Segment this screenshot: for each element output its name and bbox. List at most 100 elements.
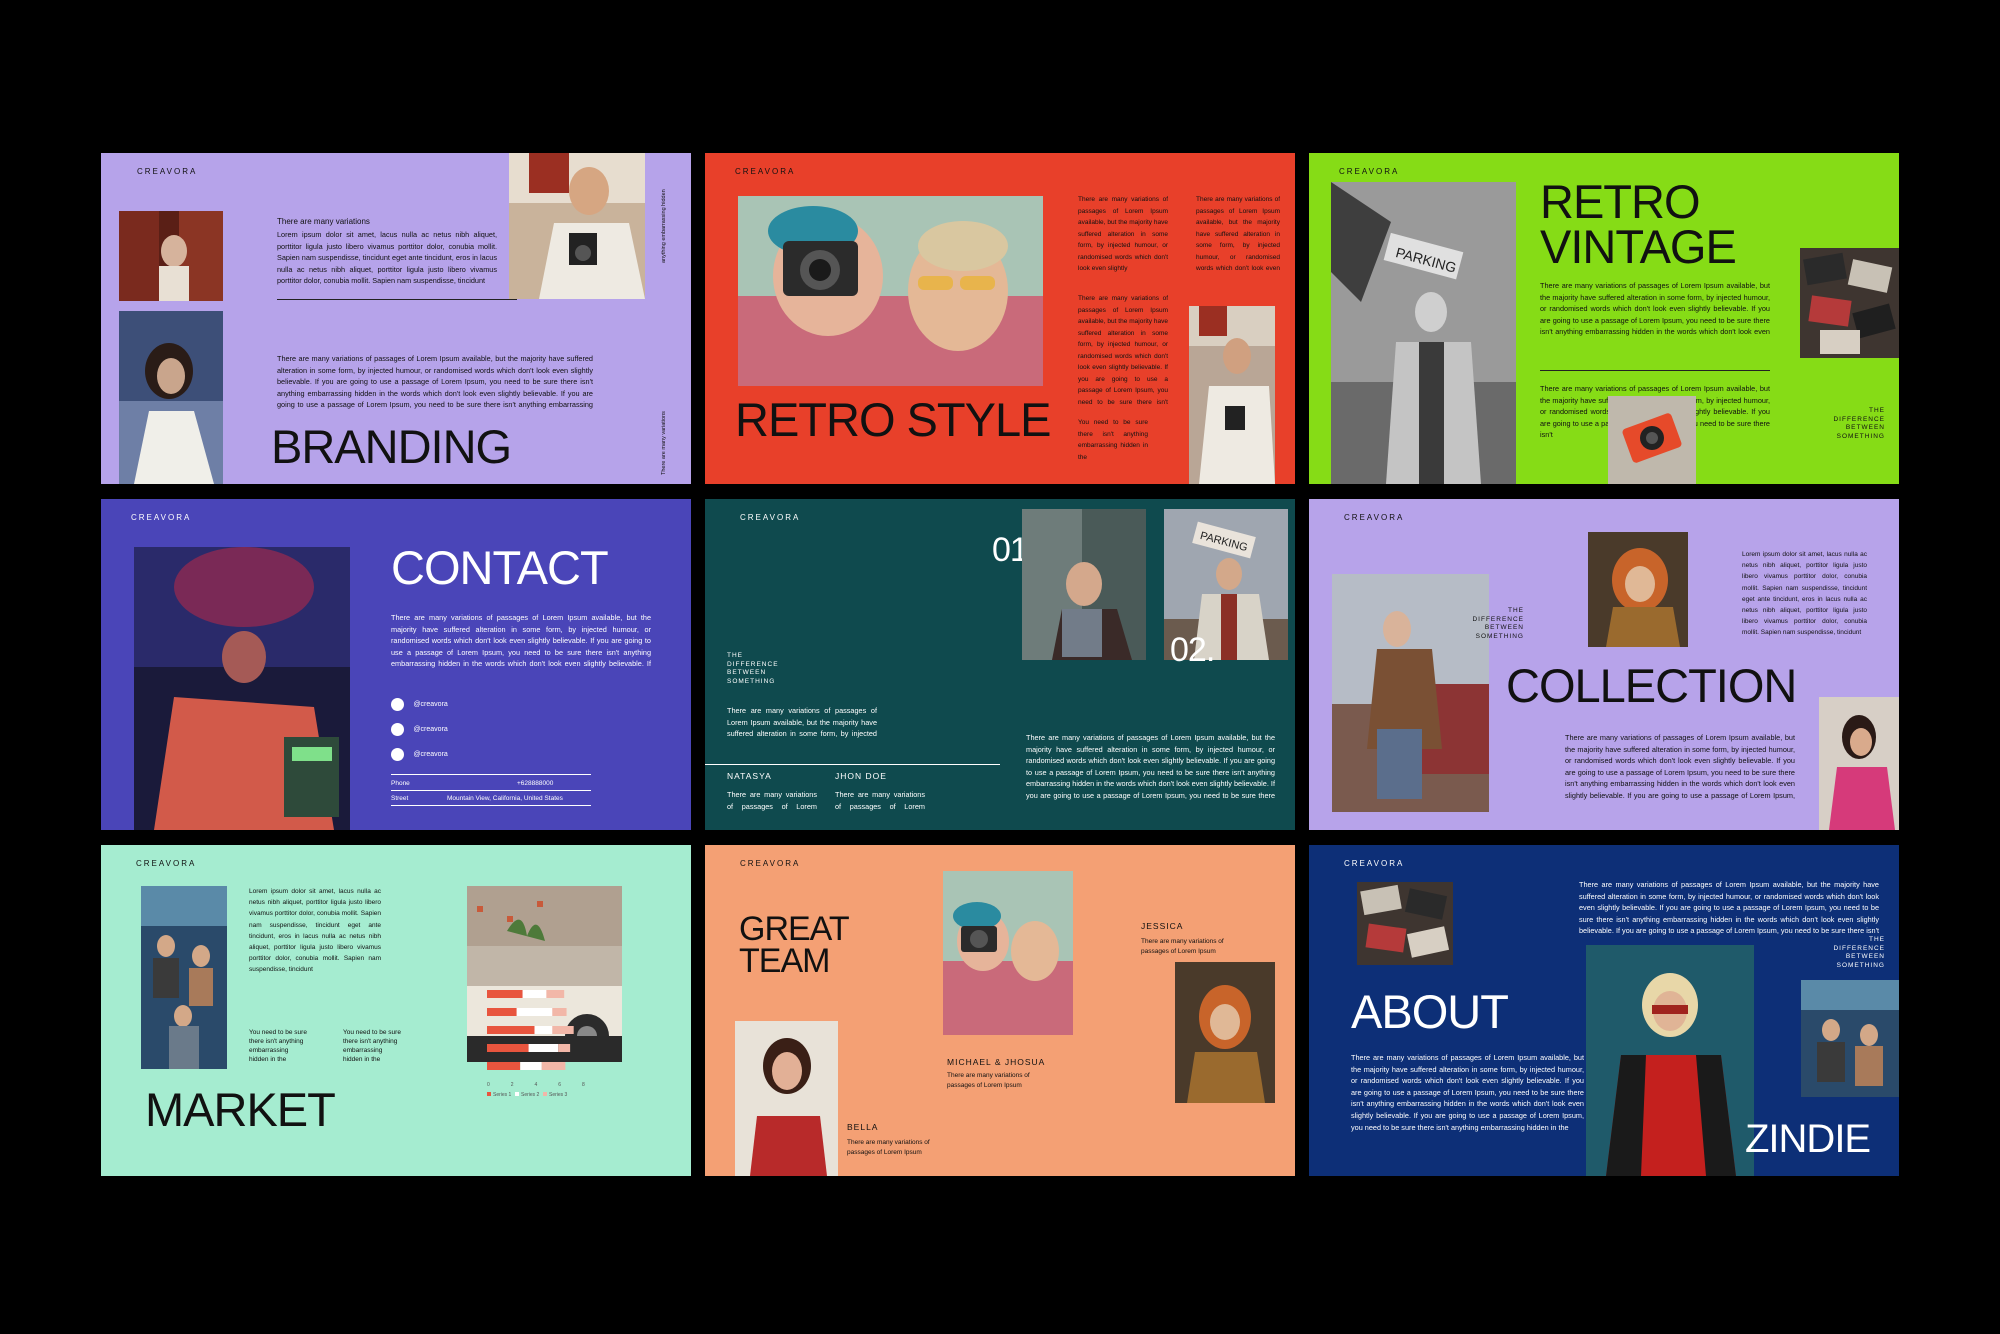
social-handle: @creavora — [413, 726, 448, 734]
team-dark-body: There are many variations of passages of… — [1026, 733, 1275, 804]
bar-3-5 — [541, 1062, 566, 1070]
member-sub-2: There are many variations of passages of… — [835, 790, 925, 811]
social-youtube[interactable]: @creavora — [391, 746, 448, 764]
retro-vintage-title-1: RETRO — [1540, 175, 1700, 228]
about-body: There are many variations of passages of… — [1351, 1053, 1584, 1132]
bar-2-5 — [520, 1062, 542, 1070]
legend-swatch — [543, 1092, 547, 1096]
photo-cassettes-about — [1357, 882, 1453, 965]
phone-value: +628888000 — [517, 780, 554, 787]
photo-zindie — [1586, 945, 1754, 1176]
photo-group-about — [1801, 980, 1899, 1097]
photo-girl-mirror — [1022, 509, 1146, 660]
x-tick-label: 6 — [558, 1082, 561, 1088]
bar-1-5 — [487, 1062, 521, 1070]
great-team-title-1: GREAT — [739, 910, 850, 948]
instagram-icon — [391, 698, 404, 712]
slide-retro-style[interactable]: CREAVORA RETRO STYLE There are many vari… — [705, 153, 1295, 484]
legend-label: Series 1 — [493, 1092, 512, 1098]
collection-body: There are many variations of passages of… — [1565, 733, 1795, 804]
brand-label: CREAVORA — [1344, 513, 1405, 522]
team-dark-intro: There are many variations of passages of… — [727, 706, 877, 741]
bar-2-2 — [516, 1008, 553, 1016]
slide-contact[interactable]: CREAVORA CONTACT There are many variatio… — [101, 499, 691, 830]
divider-line — [1540, 370, 1770, 371]
social-instagram[interactable]: @creavora — [391, 696, 448, 714]
branding-title: BRANDING — [271, 420, 512, 473]
retro-style-title: RETRO STYLE — [735, 393, 1051, 446]
slide-branding[interactable]: CREAVORA There are many variations Lorem… — [101, 153, 691, 484]
about-top-text: There are many variations of passages of… — [1579, 880, 1879, 936]
market-bar-chart: 0 2 4 6 8 Series 1 Series 2 Series 3 — [487, 990, 585, 1098]
divider-line — [705, 764, 1000, 765]
retro-style-col-b: There are many variations of passages of… — [1078, 295, 1168, 406]
legend-swatch — [487, 1092, 491, 1096]
retro-style-col-a: There are many variations of passages of… — [1078, 196, 1168, 272]
divider-line — [277, 299, 517, 300]
x-tick-label: 8 — [582, 1082, 585, 1088]
brand-label: CREAVORA — [137, 167, 198, 176]
slide-market[interactable]: CREAVORA Lorem ipsum dolor sit amet, lac… — [101, 845, 691, 1176]
legend-label: Series 2 — [521, 1092, 540, 1098]
photo-bella — [735, 1021, 838, 1176]
market-note-1: You need to be sure there isn't anything… — [249, 1029, 307, 1063]
twitter-icon — [391, 723, 404, 737]
brand-label: CREAVORA — [136, 859, 197, 868]
retro-style-col-d: There are many variations of passages of… — [1196, 196, 1280, 272]
brand-label: CREAVORA — [735, 167, 796, 176]
legend-label: Series 3 — [549, 1092, 568, 1098]
slide-retro-vintage[interactable]: CREAVORA PARKING RETRO VINTAGE There are… — [1309, 153, 1899, 484]
about-name: ZINDIE — [1745, 1117, 1871, 1161]
branding-long-text: There are many variations of passages of… — [277, 354, 593, 410]
retro-vintage-body: There are many variations of passages of… — [1540, 281, 1770, 337]
photo-woman-white-shirt — [119, 311, 223, 484]
contact-body: There are many variations of passages of… — [391, 613, 651, 669]
great-team-title-2: TEAM — [739, 942, 830, 980]
retro-vintage-title-2: VINTAGE — [1540, 220, 1737, 273]
slide-great-team[interactable]: CREAVORA GREAT TEAM MICHAEL & JHOSUA The… — [705, 845, 1295, 1176]
about-title: ABOUT — [1351, 985, 1509, 1038]
slide-team-dark[interactable]: CREAVORA 01. PARKING 02. THE DIFFERENCE … — [705, 499, 1295, 830]
photo-cassettes — [1800, 248, 1899, 358]
collection-side-text: Lorem ipsum dolor sit amet, lacus nulla … — [1742, 551, 1867, 637]
brand-label: CREAVORA — [740, 859, 801, 868]
contact-line-2 — [391, 790, 591, 791]
retro-style-col-c: You need to be sure there isn't anything… — [1078, 419, 1148, 461]
retro-vintage-diff: THE DIFFERENCE BETWEEN SOMETHING — [1833, 407, 1885, 440]
bar-1-4 — [487, 1044, 529, 1052]
photo-man-camera — [509, 153, 645, 299]
bella-sub: There are many variations of passages of… — [847, 1139, 930, 1156]
about-diff: THE DIFFERENCE BETWEEN SOMETHING — [1833, 936, 1885, 969]
bar-3-3 — [552, 1026, 574, 1034]
market-title: MARKET — [145, 1083, 336, 1136]
member-name-michael-jhosua: MICHAEL & JHOSUA — [947, 1057, 1046, 1067]
bar-2-4 — [528, 1044, 559, 1052]
social-twitter[interactable]: @creavora — [391, 721, 448, 739]
branding-short-text: Lorem ipsum dolor sit amet, lacus nulla … — [277, 230, 497, 286]
brand-label: CREAVORA — [1344, 859, 1405, 868]
photo-man-camera-small — [1189, 306, 1275, 484]
bar-2-1 — [522, 990, 547, 998]
x-tick-label: 0 — [487, 1082, 490, 1088]
brand-label: CREAVORA — [131, 513, 192, 522]
street-value: Mountain View, California, United States — [447, 795, 563, 802]
slide-collection[interactable]: CREAVORA THE DIFFERENCE BETWEEN SOMETHIN… — [1309, 499, 1899, 830]
slide-about[interactable]: CREAVORA There are many variations of pa… — [1309, 845, 1899, 1176]
member-sub-1: There are many variations of passages of… — [727, 790, 817, 811]
bar-3-4 — [558, 1044, 571, 1052]
member-name-jhon-doe: JHON DOE — [835, 771, 887, 781]
photo-michael-jhosua — [943, 871, 1073, 1035]
jessica-sub: There are many variations of passages of… — [1141, 938, 1224, 955]
brand-label: CREAVORA — [740, 513, 801, 522]
bar-3-2 — [552, 1008, 567, 1016]
bar-1-1 — [487, 990, 523, 998]
photo-camera-orange — [1608, 396, 1696, 484]
photo-neon-man — [134, 547, 350, 830]
branding-vertical-text-1: anything embarrassing hidden — [661, 189, 667, 263]
social-handle: @creavora — [413, 751, 448, 759]
market-note-2: You need to be sure there isn't anything… — [343, 1029, 401, 1063]
contact-line-3 — [391, 805, 591, 806]
x-tick-label: 2 — [511, 1082, 514, 1088]
bar-3-1 — [546, 990, 565, 998]
bar-1-2 — [487, 1008, 517, 1016]
